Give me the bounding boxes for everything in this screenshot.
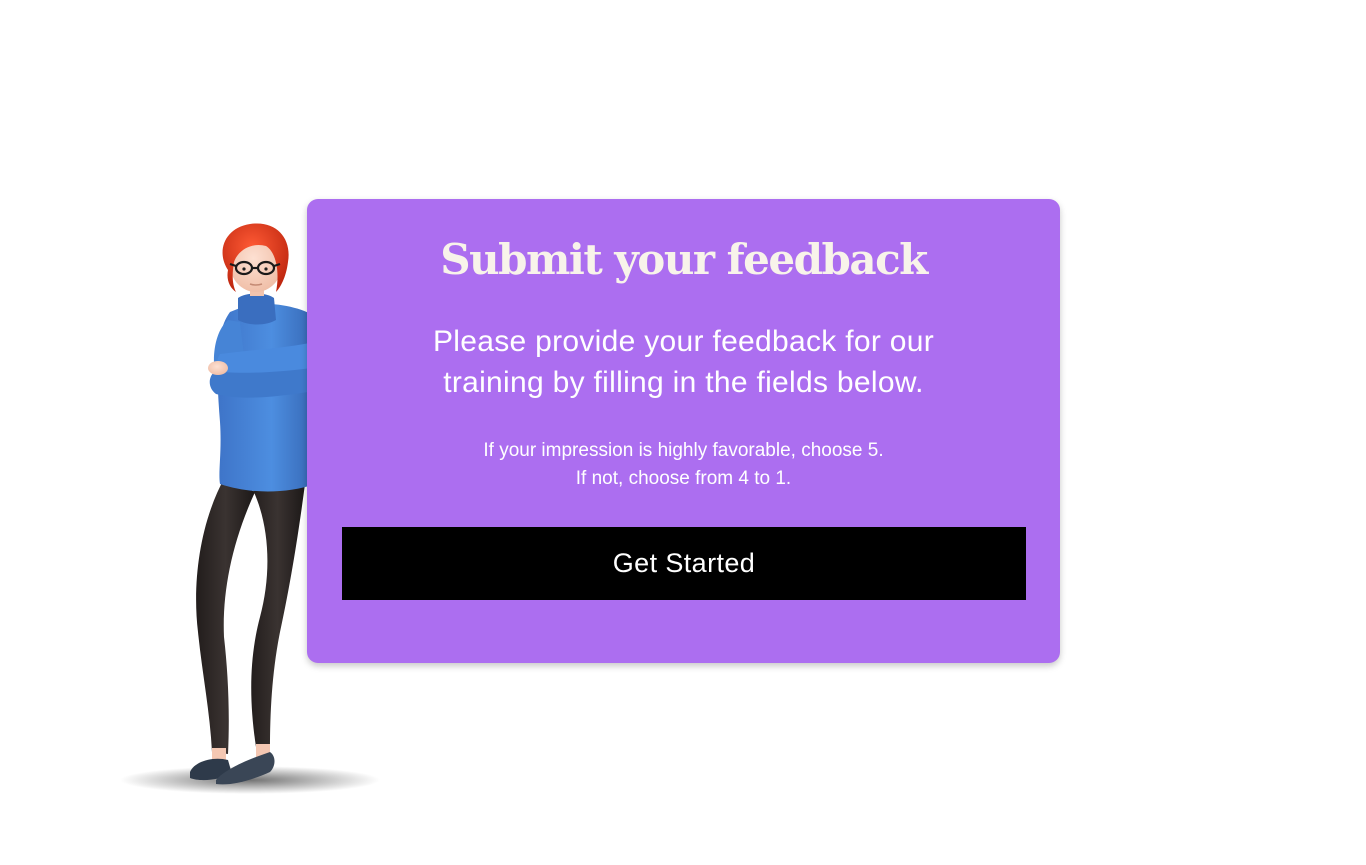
instruction-line: If your impression is highly favorable, … — [483, 440, 884, 461]
rating-instructions: If your impression is highly favorable, … — [367, 437, 1000, 493]
instruction-line: If not, choose from 4 to 1. — [575, 468, 792, 489]
card-subtitle: Please provide your feedback for our tra… — [432, 325, 935, 399]
page: Submit your feedback Please provide your… — [0, 0, 1366, 865]
card-title: Submit your feedback — [440, 235, 928, 284]
get-started-button[interactable]: Get Started — [342, 527, 1026, 600]
feedback-card: Submit your feedback Please provide your… — [307, 199, 1060, 663]
